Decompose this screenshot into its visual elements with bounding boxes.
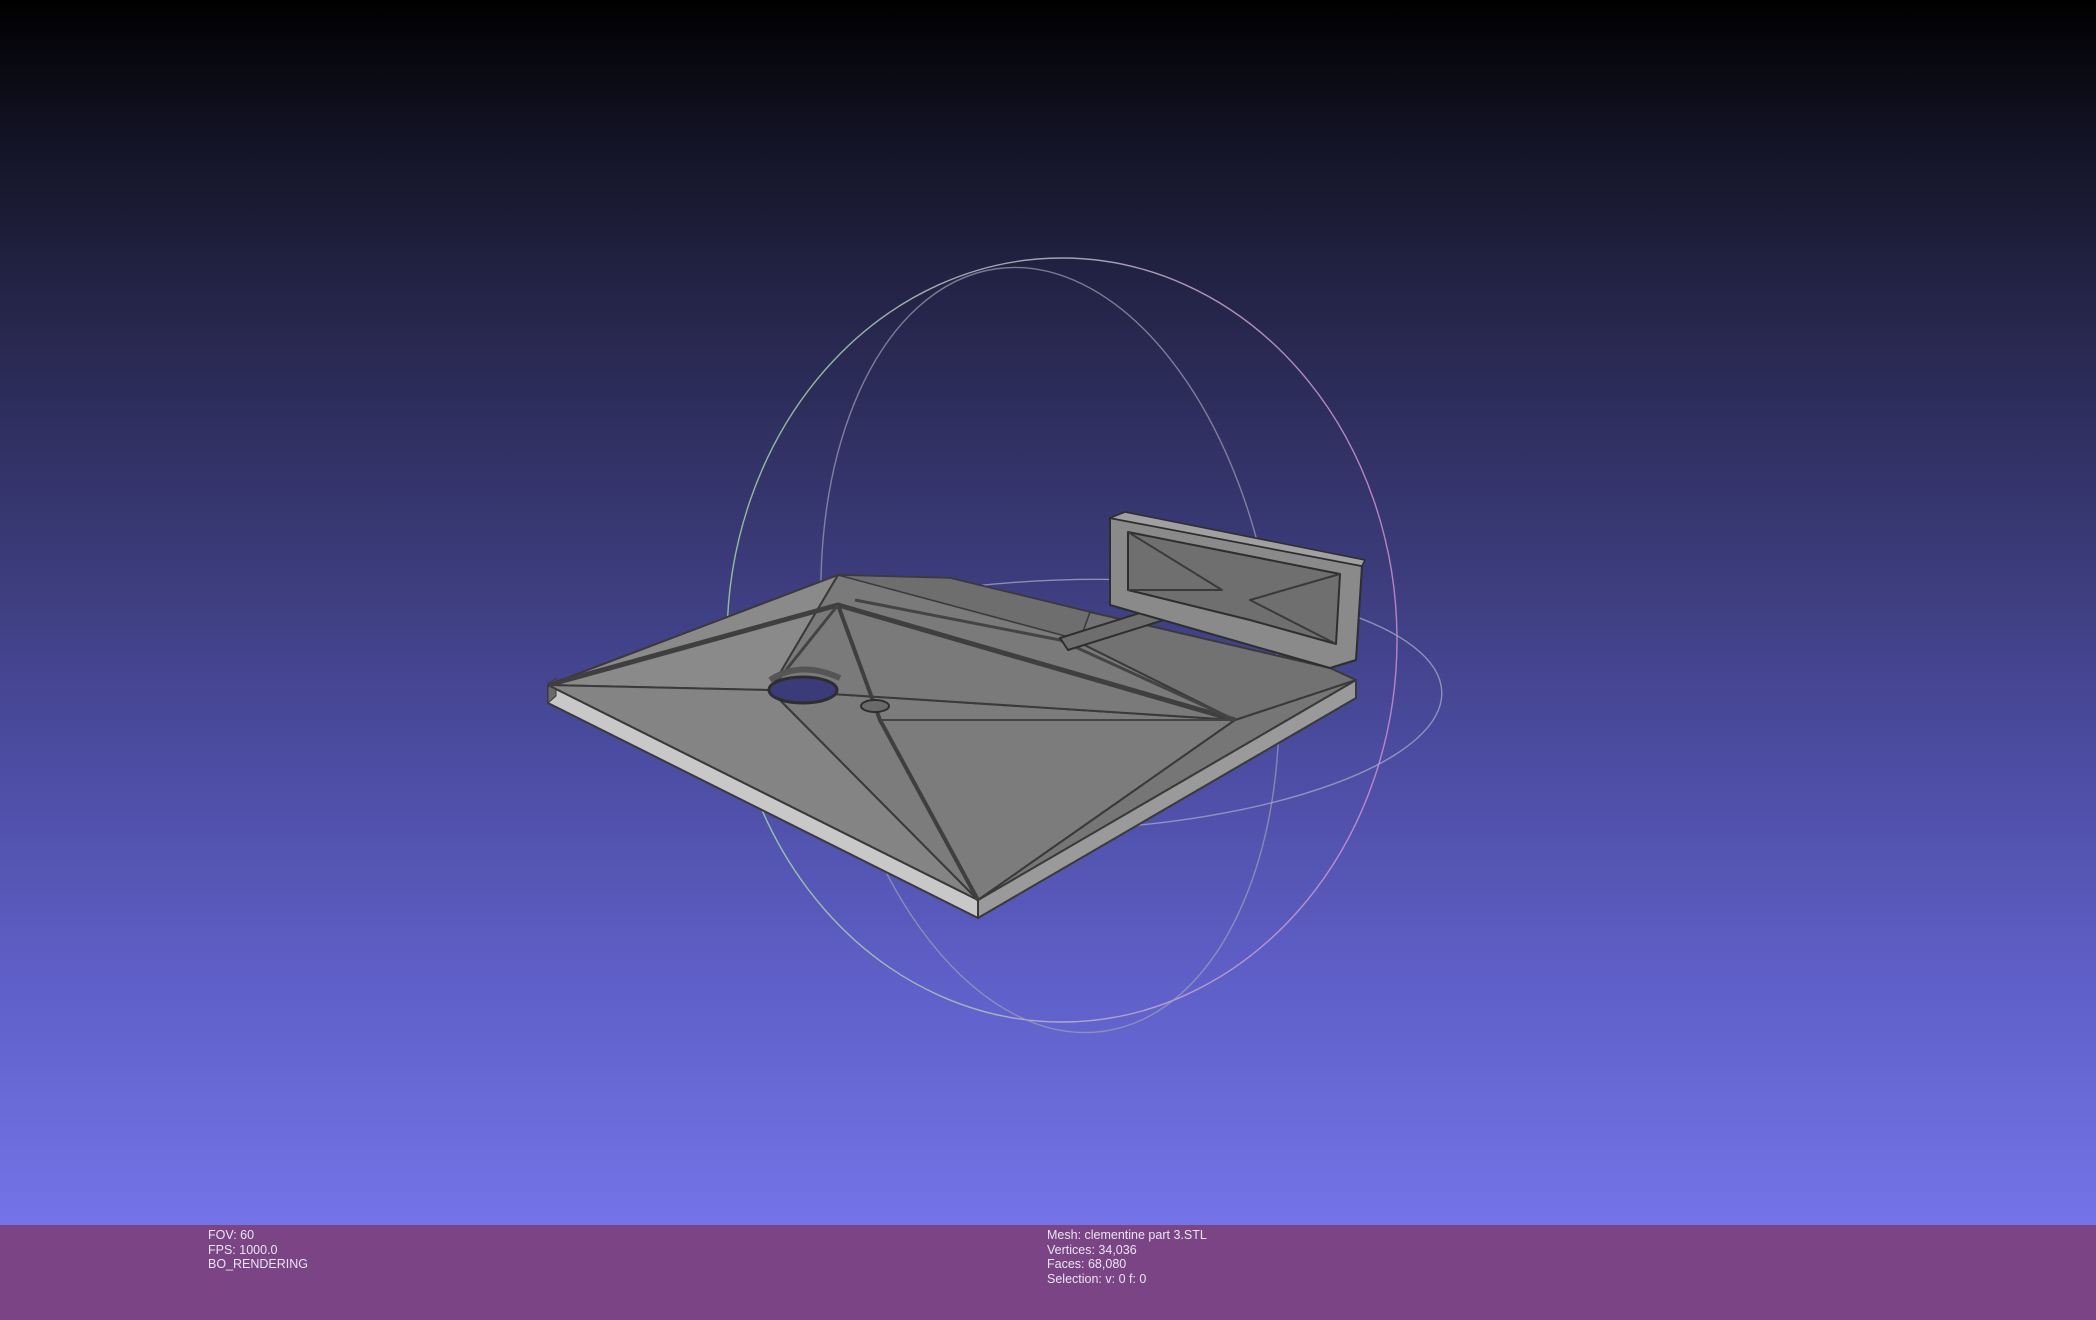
mesh-model[interactable] <box>547 511 1366 919</box>
vertices-readout: Vertices: 34,036 <box>1047 1242 1137 1257</box>
fps-readout: FPS: 1000.0 <box>208 1242 278 1257</box>
viewer-info: FOV: 60 FPS: 1000.0 BO_RENDERING <box>208 1228 308 1272</box>
fov-readout: FOV: 60 <box>208 1228 255 1242</box>
mesh-info: Mesh: clementine part 3.STL Vertices: 34… <box>1047 1228 1207 1286</box>
faces-readout: Faces: 68,080 <box>1047 1257 1127 1272</box>
plate-hole <box>767 675 839 705</box>
selection-readout: Selection: v: 0 f: 0 <box>1047 1271 1147 1286</box>
render-mode-readout: BO_RENDERING <box>208 1257 309 1272</box>
status-info-bar: FOV: 60 FPS: 1000.0 BO_RENDERING Mesh: c… <box>0 1225 2096 1320</box>
center-boss <box>860 699 890 713</box>
mesh-name-readout: Mesh: clementine part 3.STL <box>1047 1228 1207 1242</box>
3d-viewport[interactable] <box>0 0 2096 1225</box>
mesh-scene[interactable] <box>0 0 2096 1225</box>
